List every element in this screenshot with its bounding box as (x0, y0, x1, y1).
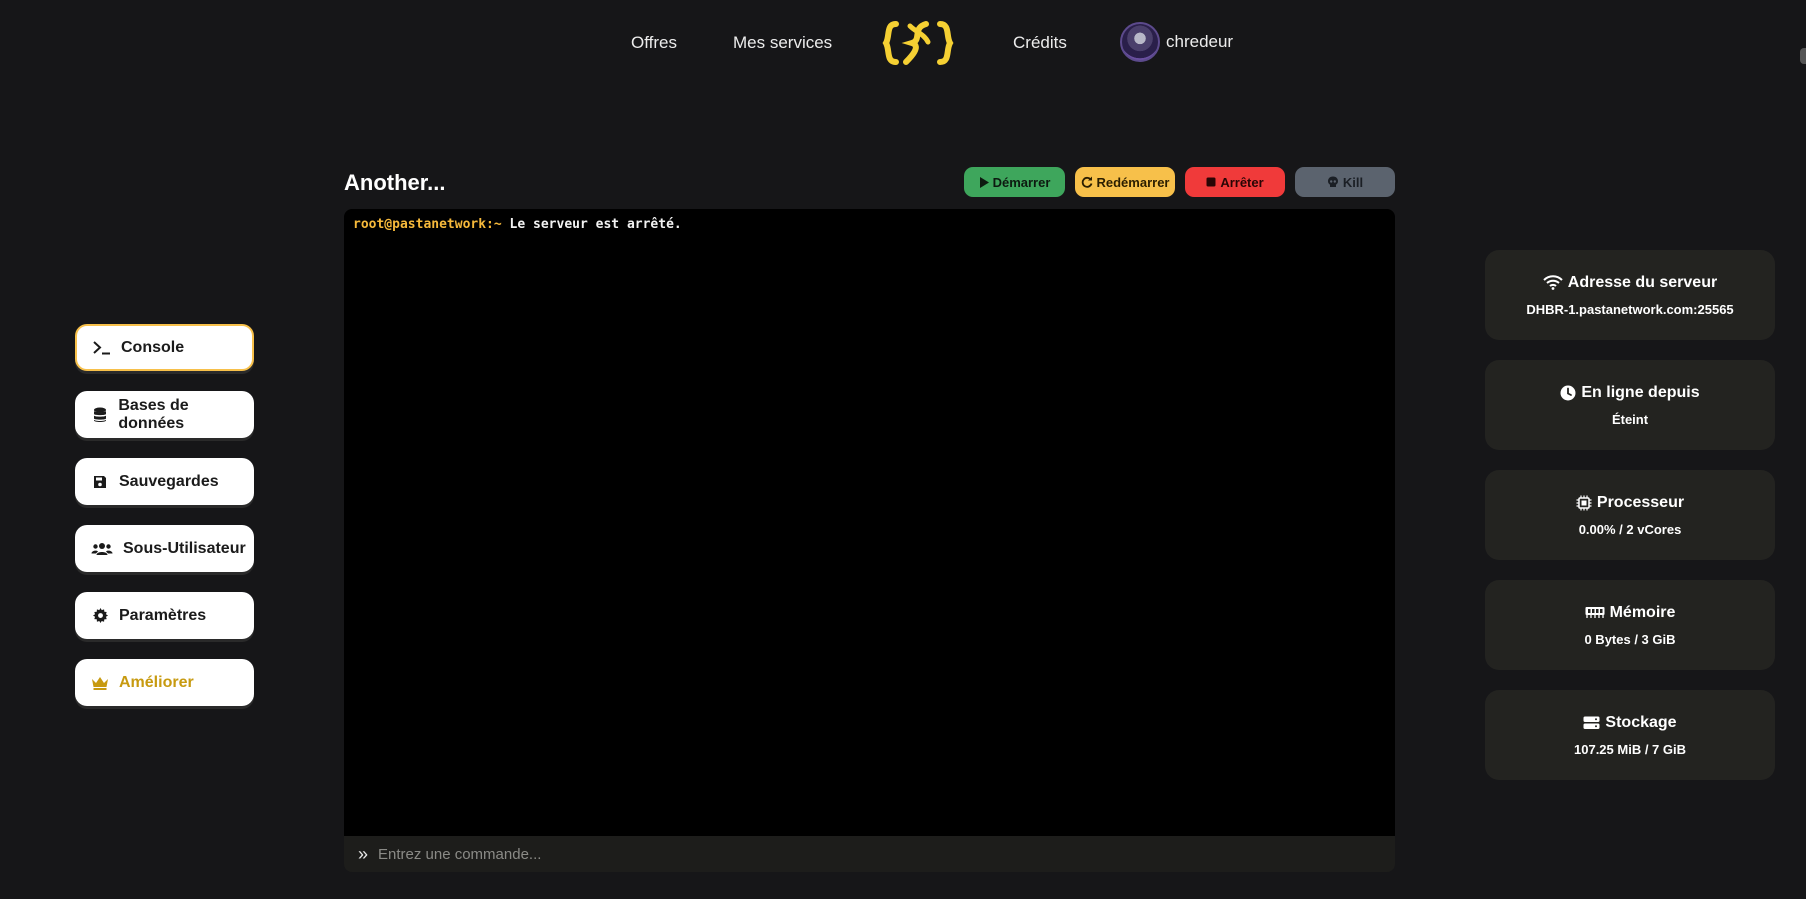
skull-icon (1327, 176, 1338, 187)
memory-icon (1585, 607, 1605, 618)
restart-icon (1081, 176, 1092, 188)
stat-card-storage: Stockage 107.25 MiB / 7 GiB (1485, 690, 1775, 780)
storage-value: 107.25 MiB / 7 GiB (1574, 741, 1686, 757)
server-title: Another... (344, 170, 446, 195)
server-address-value[interactable]: DHBR-1.pastanetwork.com:25565 (1526, 302, 1733, 317)
user-menu[interactable]: chredeur (1120, 22, 1233, 62)
stat-title: Mémoire (1585, 603, 1676, 622)
console-message: Le serveur est arrêté. (501, 217, 682, 232)
nav-my-services-link[interactable]: Mes services (733, 33, 832, 53)
stat-card-server-address: Adresse du serveur DHBR-1.pastanetwork.c… (1485, 250, 1775, 340)
sidebar-item-label: Sauvegardes (119, 472, 219, 490)
memory-value: 0 Bytes / 3 GiB (1584, 631, 1676, 647)
sidebar-item-settings[interactable]: Paramètres (75, 592, 254, 639)
terminal-icon (93, 339, 111, 357)
sidebar-item-label: Sous-Utilisateur (123, 539, 246, 557)
sidebar-item-label: Paramètres (119, 606, 207, 624)
play-icon (979, 176, 989, 188)
wifi-icon (1543, 275, 1563, 290)
sidebar-item-sub-users[interactable]: Sous-Utilisateur (75, 525, 254, 572)
stop-icon (1206, 177, 1216, 187)
top-nav: Offres Mes services Crédits chredeur (0, 18, 1806, 70)
database-icon (91, 406, 108, 424)
stat-title: Adresse du serveur (1543, 274, 1717, 292)
users-icon (91, 540, 113, 558)
stat-title: Processeur (1576, 494, 1684, 512)
avatar (1120, 22, 1160, 62)
restart-button[interactable]: Redémarrer (1075, 167, 1175, 197)
nav-credits-link[interactable]: Crédits (1013, 33, 1067, 53)
sidebar-item-console[interactable]: Console (75, 324, 254, 371)
restart-button-label: Redémarrer (1096, 174, 1170, 190)
sidebar-item-label: Bases de données (118, 396, 189, 432)
console-prompt: root@pastanetwork:~ (353, 217, 502, 232)
sidebar-item-databases[interactable]: Bases de données (75, 391, 254, 438)
page: Offres Mes services Crédits chredeur Ano… (0, 0, 1806, 899)
sidebar-item-label: Améliorer (119, 673, 194, 691)
stop-button[interactable]: Arrêter (1185, 167, 1285, 197)
username: chredeur (1166, 32, 1234, 51)
command-input[interactable] (378, 837, 1395, 871)
kill-button[interactable]: Kill (1295, 167, 1395, 197)
nav-offers-link[interactable]: Offres (631, 33, 677, 53)
chevron-double-right-icon: » (357, 843, 368, 864)
save-icon (91, 473, 109, 491)
crown-icon (91, 674, 109, 692)
start-button-label: Démarrer (992, 174, 1051, 190)
sidebar-item-label: Console (121, 338, 185, 356)
sidebar-item-backups[interactable]: Sauvegardes (75, 458, 254, 505)
stat-card-memory: Mémoire 0 Bytes / 3 GiB (1485, 580, 1775, 670)
stat-title-label: En ligne depuis (1581, 383, 1700, 401)
stop-button-label: Arrêter (1220, 174, 1264, 190)
stat-title-label: Processeur (1596, 493, 1685, 511)
console-line: root@pastanetwork:~ Le serveur est arrêt… (353, 217, 1386, 232)
stat-card-uptime: En ligne depuis Éteint (1485, 360, 1775, 450)
start-button[interactable]: Démarrer (964, 167, 1065, 197)
pastanetwork-logo-icon[interactable] (882, 18, 954, 68)
kill-button-label: Kill (1342, 174, 1364, 190)
storage-icon (1583, 716, 1600, 729)
stat-title-label: Mémoire (1609, 603, 1676, 621)
cpu-value: 0.00% / 2 vCores (1578, 521, 1682, 537)
stat-title-label: Adresse du serveur (1567, 273, 1718, 291)
command-bar: » (344, 836, 1395, 872)
uptime-value: Éteint (1611, 411, 1649, 427)
gear-icon (91, 607, 109, 625)
stat-title: En ligne depuis (1560, 383, 1700, 402)
scroll-edge-handle (1800, 48, 1806, 64)
console-output[interactable]: root@pastanetwork:~ Le serveur est arrêt… (344, 209, 1395, 836)
stat-title-label: Stockage (1605, 713, 1677, 731)
cpu-icon (1576, 495, 1592, 510)
clock-icon (1560, 385, 1576, 400)
stat-title: Stockage (1583, 713, 1677, 732)
stat-card-cpu: Processeur 0.00% / 2 vCores (1485, 470, 1775, 560)
sidebar-item-upgrade[interactable]: Améliorer (75, 659, 254, 706)
